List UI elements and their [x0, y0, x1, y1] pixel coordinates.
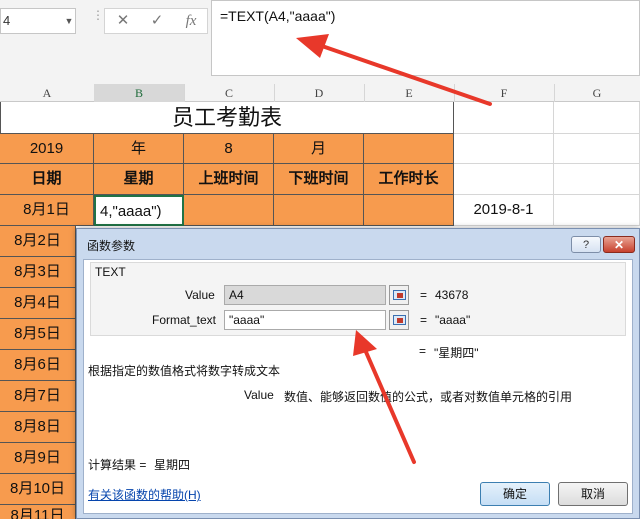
collapse-dialog-icon[interactable] [389, 310, 409, 330]
date-cell[interactable]: 8月7日 [0, 381, 76, 412]
value-input[interactable]: A4 [224, 285, 386, 305]
function-arguments-dialog: 函数参数 ? ✕ TEXT Value A4 = 43678 Format_te… [76, 228, 640, 519]
fx-icon[interactable]: fx [175, 9, 207, 33]
cell-b2[interactable]: 年 [94, 134, 184, 164]
date-cell[interactable]: 8月5日 [0, 319, 76, 350]
date-cell[interactable]: 8月6日 [0, 350, 76, 381]
formula-input[interactable]: =TEXT(A4,"aaaa") [211, 0, 640, 76]
date-cell[interactable]: 8月2日 [0, 226, 76, 257]
cell-e2[interactable] [364, 134, 454, 164]
cancel-button[interactable]: 取消 [558, 482, 628, 506]
calc-result-value: 星期四 [154, 458, 191, 472]
date-cell[interactable]: 8月8日 [0, 412, 76, 443]
cell-d2[interactable]: 月 [274, 134, 364, 164]
collapse-dialog-icon[interactable] [389, 285, 409, 305]
formula-buttons: ✕ ✓ fx [104, 8, 208, 34]
cell-f2[interactable] [454, 134, 554, 164]
format-text-input[interactable]: "aaaa" [224, 310, 386, 330]
date-cell[interactable]: 8月11日 [0, 505, 76, 519]
equals-sign: = [420, 313, 428, 327]
column-header-a[interactable]: A [0, 84, 95, 102]
format-text-label: Format_text [152, 313, 217, 327]
header-date[interactable]: 日期 [0, 164, 94, 195]
arguments-group: TEXT Value A4 = 43678 Format_text "aaaa"… [90, 262, 626, 336]
cell-a2[interactable]: 2019 [0, 134, 94, 164]
date-cell[interactable]: 8月10日 [0, 474, 76, 505]
cell-g3[interactable] [554, 164, 640, 195]
cell-c2[interactable]: 8 [184, 134, 274, 164]
help-button[interactable]: ? [571, 236, 601, 253]
formula-result-preview: "星期四" [434, 346, 479, 360]
argument-name: Value [244, 388, 274, 402]
ok-button[interactable]: 确定 [480, 482, 550, 506]
equals-sign: = [420, 288, 428, 302]
function-name: TEXT [95, 265, 126, 279]
dialog-title: 函数参数 [87, 239, 136, 253]
argument-description: 数值、能够返回数值的公式，或者对数值单元格的引用 [284, 390, 573, 404]
header-clock-in[interactable]: 上班时间 [184, 164, 274, 195]
header-work-hours[interactable]: 工作时长 [364, 164, 454, 195]
value-result: 43678 [435, 288, 469, 302]
column-header-g[interactable]: G [554, 84, 640, 102]
cell-f1[interactable] [454, 102, 554, 134]
chevron-down-icon[interactable]: ▼ [62, 8, 76, 34]
date-cell[interactable]: 8月4日 [0, 288, 76, 319]
cell-e4[interactable] [364, 195, 454, 226]
format-text-result: "aaaa" [435, 313, 471, 327]
header-clock-out[interactable]: 下班时间 [274, 164, 364, 195]
column-header-d[interactable]: D [274, 84, 365, 102]
cancel-icon[interactable]: ✕ [107, 9, 139, 33]
date-cell[interactable]: 8月3日 [0, 257, 76, 288]
header-weekday[interactable]: 星期 [94, 164, 184, 195]
date-cell[interactable]: 8月9日 [0, 443, 76, 474]
sheet-title-cell[interactable]: 员工考勤表 [0, 102, 454, 134]
cell-f4[interactable]: 2019-8-1 [454, 195, 554, 226]
cell-c4[interactable] [184, 195, 274, 226]
cell-f3[interactable] [454, 164, 554, 195]
function-description: 根据指定的数值格式将数字转成文本 [88, 364, 281, 378]
drag-handle-icon[interactable]: ⋮ [92, 9, 104, 32]
active-cell-b4[interactable]: 4,"aaaa") [94, 195, 184, 226]
column-headers: A B C D E F G [0, 84, 640, 104]
column-header-e[interactable]: E [364, 84, 455, 102]
value-label: Value [185, 288, 215, 302]
cell-g1[interactable] [554, 102, 640, 134]
column-header-f[interactable]: F [454, 84, 555, 102]
equals-sign: = [419, 344, 427, 358]
dialog-body: TEXT Value A4 = 43678 Format_text "aaaa"… [83, 259, 633, 514]
function-help-link[interactable]: 有关该函数的帮助(H) [88, 486, 201, 503]
column-header-c[interactable]: C [184, 84, 275, 102]
calc-result-label: 计算结果 = [88, 458, 147, 472]
close-button[interactable]: ✕ [603, 236, 635, 253]
cell-g4[interactable] [554, 195, 640, 226]
date-cell[interactable]: 8月1日 [0, 195, 94, 226]
column-header-b[interactable]: B [94, 84, 185, 104]
cell-d4[interactable] [274, 195, 364, 226]
cell-g2[interactable] [554, 134, 640, 164]
confirm-icon[interactable]: ✓ [141, 9, 173, 33]
